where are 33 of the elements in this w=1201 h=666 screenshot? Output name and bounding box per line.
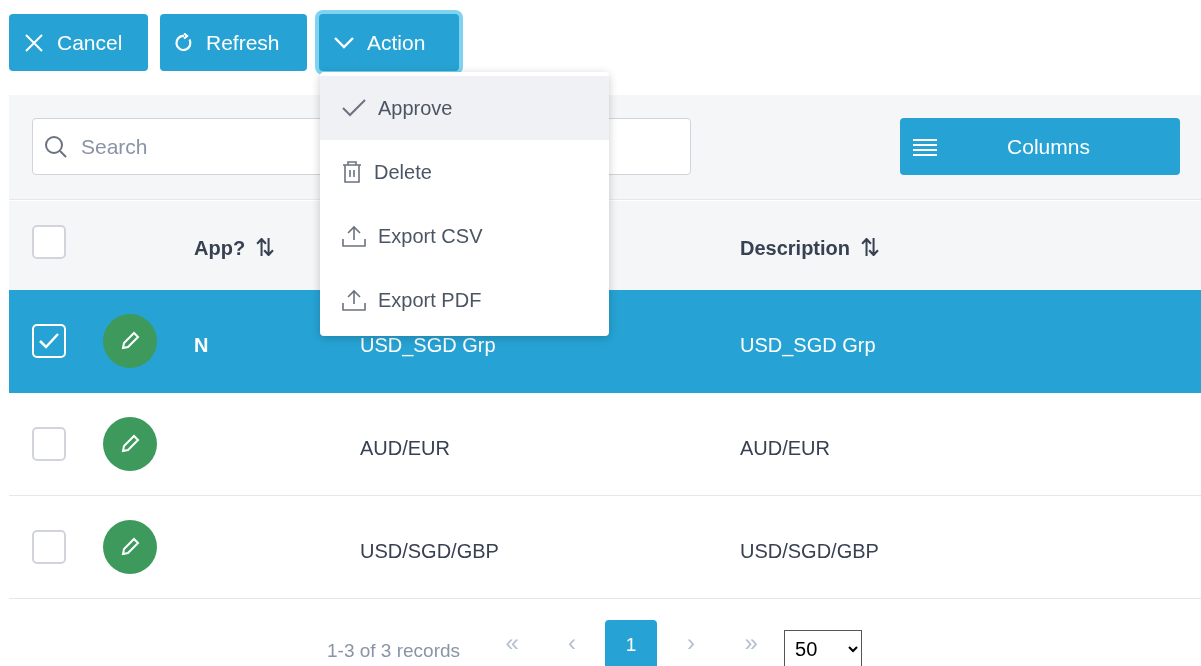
table-cell-text: USD_SGD Grp (740, 333, 876, 359)
check-icon (342, 99, 366, 117)
upload-icon (342, 289, 366, 311)
sort-icon[interactable]: ⇅ (860, 230, 881, 266)
checkbox[interactable] (32, 530, 66, 564)
list-icon (913, 137, 937, 156)
menu-item[interactable]: Export PDF (320, 268, 609, 332)
close-icon (23, 31, 45, 54)
menu-item[interactable]: Export CSV (320, 204, 609, 268)
refresh-icon (174, 32, 194, 53)
table-cell-text: USD/SGD/GBP (740, 539, 879, 564)
table-cell-text: AUD/EUR (360, 436, 450, 461)
check-icon (38, 332, 60, 350)
checkbox[interactable] (32, 427, 66, 461)
trash-icon (342, 161, 362, 183)
search-icon (44, 135, 68, 159)
upload-icon (342, 225, 366, 247)
pencil-icon (119, 536, 141, 558)
column-header[interactable]: App? (194, 233, 246, 263)
pencil-icon (119, 433, 141, 455)
column-header[interactable]: Description (740, 233, 851, 263)
menu-item[interactable]: Approve (320, 76, 609, 140)
pencil-icon (119, 330, 141, 352)
table-cell-text: USD/SGD/GBP (360, 539, 499, 564)
chevron-down-icon (333, 35, 355, 50)
sort-icon[interactable]: ⇅ (255, 230, 276, 266)
checkbox[interactable] (32, 225, 66, 259)
table-cell-text: USD_SGD Grp (360, 333, 496, 359)
records-summary: 1-3 of 3 records (327, 638, 461, 663)
table-cell-text: AUD/EUR (740, 436, 830, 461)
menu-item[interactable]: Delete (320, 140, 609, 204)
page-size-select[interactable]: 50 (784, 630, 863, 666)
table-cell-text: N (194, 333, 209, 358)
